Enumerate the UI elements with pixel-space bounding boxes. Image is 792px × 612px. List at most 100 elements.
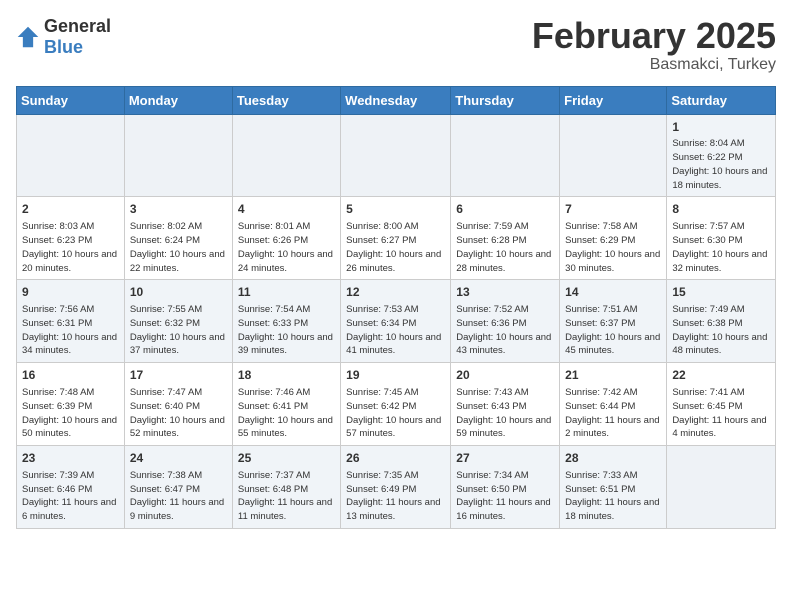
day-info: Sunrise: 7:53 AM Sunset: 6:34 PM Dayligh… bbox=[346, 303, 445, 358]
logo-general: General bbox=[44, 16, 111, 36]
calendar-day-cell: 8 Sunrise: 7:57 AM Sunset: 6:30 PM Daylig… bbox=[667, 197, 776, 280]
day-info: Sunrise: 7:58 AM Sunset: 6:29 PM Dayligh… bbox=[565, 220, 661, 275]
day-info: Sunrise: 7:42 AM Sunset: 6:44 PM Dayligh… bbox=[565, 386, 661, 441]
day-info: Sunrise: 7:38 AM Sunset: 6:47 PM Dayligh… bbox=[130, 469, 227, 524]
calendar-day-cell bbox=[124, 114, 232, 197]
page-header: General Blue February 2025 Basmakci, Tur… bbox=[16, 16, 776, 74]
day-info: Sunrise: 7:59 AM Sunset: 6:28 PM Dayligh… bbox=[456, 220, 554, 275]
day-info: Sunrise: 7:56 AM Sunset: 6:31 PM Dayligh… bbox=[22, 303, 119, 358]
day-number: 6 bbox=[456, 201, 554, 218]
calendar-day-cell: 17 Sunrise: 7:47 AM Sunset: 6:40 PM Dayli… bbox=[124, 363, 232, 446]
calendar-day-cell: 22 Sunrise: 7:41 AM Sunset: 6:45 PM Dayli… bbox=[667, 363, 776, 446]
day-number: 10 bbox=[130, 284, 227, 301]
calendar-day-cell bbox=[17, 114, 125, 197]
calendar-day-cell: 18Sunrise: 7:46 AM Sunset: 6:41 PM Dayli… bbox=[232, 363, 340, 446]
col-header-saturday: Saturday bbox=[667, 86, 776, 114]
day-number: 4 bbox=[238, 201, 335, 218]
logo: General Blue bbox=[16, 16, 111, 58]
day-number: 23 bbox=[22, 450, 119, 467]
calendar-day-cell bbox=[560, 114, 667, 197]
col-header-monday: Monday bbox=[124, 86, 232, 114]
calendar-day-cell: 11Sunrise: 7:54 AM Sunset: 6:33 PM Dayli… bbox=[232, 280, 340, 363]
calendar-day-cell: 25 Sunrise: 7:37 AM Sunset: 6:48 PM Dayli… bbox=[232, 446, 340, 529]
day-number: 9 bbox=[22, 284, 119, 301]
calendar-day-cell: 14 Sunrise: 7:51 AM Sunset: 6:37 PM Dayli… bbox=[560, 280, 667, 363]
day-info: Sunrise: 7:43 AM Sunset: 6:43 PM Dayligh… bbox=[456, 386, 554, 441]
day-number: 1 bbox=[672, 119, 770, 136]
calendar-week-row: 16 Sunrise: 7:48 AM Sunset: 6:39 PM Dayli… bbox=[17, 363, 776, 446]
day-info: Sunrise: 7:39 AM Sunset: 6:46 PM Dayligh… bbox=[22, 469, 119, 524]
day-number: 20 bbox=[456, 367, 554, 384]
calendar-day-cell: 5 Sunrise: 8:00 AM Sunset: 6:27 PM Daylig… bbox=[341, 197, 451, 280]
calendar-day-cell: 13 Sunrise: 7:52 AM Sunset: 6:36 PM Dayli… bbox=[451, 280, 560, 363]
day-number: 19 bbox=[346, 367, 445, 384]
calendar-day-cell: 21 Sunrise: 7:42 AM Sunset: 6:44 PM Dayli… bbox=[560, 363, 667, 446]
day-info: Sunrise: 7:37 AM Sunset: 6:48 PM Dayligh… bbox=[238, 469, 335, 524]
calendar-day-cell: 9 Sunrise: 7:56 AM Sunset: 6:31 PM Daylig… bbox=[17, 280, 125, 363]
logo-icon bbox=[16, 25, 40, 49]
day-number: 7 bbox=[565, 201, 661, 218]
day-number: 5 bbox=[346, 201, 445, 218]
day-info: Sunrise: 8:02 AM Sunset: 6:24 PM Dayligh… bbox=[130, 220, 227, 275]
day-info: Sunrise: 7:47 AM Sunset: 6:40 PM Dayligh… bbox=[130, 386, 227, 441]
day-info: Sunrise: 7:51 AM Sunset: 6:37 PM Dayligh… bbox=[565, 303, 661, 358]
day-number: 11 bbox=[238, 284, 335, 301]
calendar-day-cell bbox=[451, 114, 560, 197]
day-info: Sunrise: 8:00 AM Sunset: 6:27 PM Dayligh… bbox=[346, 220, 445, 275]
calendar-week-row: 2 Sunrise: 8:03 AM Sunset: 6:23 PM Daylig… bbox=[17, 197, 776, 280]
calendar-table: SundayMondayTuesdayWednesdayThursdayFrid… bbox=[16, 86, 776, 529]
col-header-thursday: Thursday bbox=[451, 86, 560, 114]
day-number: 13 bbox=[456, 284, 554, 301]
calendar-day-cell: 2 Sunrise: 8:03 AM Sunset: 6:23 PM Daylig… bbox=[17, 197, 125, 280]
calendar-day-cell: 19 Sunrise: 7:45 AM Sunset: 6:42 PM Dayli… bbox=[341, 363, 451, 446]
day-info: Sunrise: 8:01 AM Sunset: 6:26 PM Dayligh… bbox=[238, 220, 335, 275]
day-info: Sunrise: 7:52 AM Sunset: 6:36 PM Dayligh… bbox=[456, 303, 554, 358]
calendar-day-cell bbox=[667, 446, 776, 529]
day-info: Sunrise: 7:34 AM Sunset: 6:50 PM Dayligh… bbox=[456, 469, 554, 524]
calendar-day-cell: 7 Sunrise: 7:58 AM Sunset: 6:29 PM Daylig… bbox=[560, 197, 667, 280]
day-info: Sunrise: 7:41 AM Sunset: 6:45 PM Dayligh… bbox=[672, 386, 770, 441]
calendar-day-cell: 12 Sunrise: 7:53 AM Sunset: 6:34 PM Dayli… bbox=[341, 280, 451, 363]
col-header-friday: Friday bbox=[560, 86, 667, 114]
day-number: 16 bbox=[22, 367, 119, 384]
day-info: Sunrise: 8:03 AM Sunset: 6:23 PM Dayligh… bbox=[22, 220, 119, 275]
day-info: Sunrise: 7:35 AM Sunset: 6:49 PM Dayligh… bbox=[346, 469, 445, 524]
day-number: 14 bbox=[565, 284, 661, 301]
calendar-day-cell: 16 Sunrise: 7:48 AM Sunset: 6:39 PM Dayli… bbox=[17, 363, 125, 446]
col-header-wednesday: Wednesday bbox=[341, 86, 451, 114]
title-block: February 2025 Basmakci, Turkey bbox=[532, 16, 776, 74]
calendar-week-row: 9 Sunrise: 7:56 AM Sunset: 6:31 PM Daylig… bbox=[17, 280, 776, 363]
day-number: 25 bbox=[238, 450, 335, 467]
month-title: February 2025 bbox=[532, 16, 776, 56]
day-number: 17 bbox=[130, 367, 227, 384]
day-number: 8 bbox=[672, 201, 770, 218]
calendar-day-cell: 28Sunrise: 7:33 AM Sunset: 6:51 PM Dayli… bbox=[560, 446, 667, 529]
calendar-day-cell bbox=[232, 114, 340, 197]
day-info: Sunrise: 7:57 AM Sunset: 6:30 PM Dayligh… bbox=[672, 220, 770, 275]
calendar-day-cell: 15Sunrise: 7:49 AM Sunset: 6:38 PM Dayli… bbox=[667, 280, 776, 363]
day-info: Sunrise: 8:04 AM Sunset: 6:22 PM Dayligh… bbox=[672, 137, 770, 192]
day-info: Sunrise: 7:49 AM Sunset: 6:38 PM Dayligh… bbox=[672, 303, 770, 358]
day-info: Sunrise: 7:45 AM Sunset: 6:42 PM Dayligh… bbox=[346, 386, 445, 441]
col-header-tuesday: Tuesday bbox=[232, 86, 340, 114]
day-number: 27 bbox=[456, 450, 554, 467]
day-info: Sunrise: 7:48 AM Sunset: 6:39 PM Dayligh… bbox=[22, 386, 119, 441]
location-title: Basmakci, Turkey bbox=[532, 56, 776, 74]
logo-blue: Blue bbox=[44, 37, 83, 57]
day-info: Sunrise: 7:33 AM Sunset: 6:51 PM Dayligh… bbox=[565, 469, 661, 524]
calendar-header-row: SundayMondayTuesdayWednesdayThursdayFrid… bbox=[17, 86, 776, 114]
calendar-day-cell bbox=[341, 114, 451, 197]
day-number: 26 bbox=[346, 450, 445, 467]
calendar-day-cell: 23 Sunrise: 7:39 AM Sunset: 6:46 PM Dayli… bbox=[17, 446, 125, 529]
day-number: 2 bbox=[22, 201, 119, 218]
calendar-day-cell: 27 Sunrise: 7:34 AM Sunset: 6:50 PM Dayli… bbox=[451, 446, 560, 529]
calendar-day-cell: 24 Sunrise: 7:38 AM Sunset: 6:47 PM Dayli… bbox=[124, 446, 232, 529]
day-info: Sunrise: 7:55 AM Sunset: 6:32 PM Dayligh… bbox=[130, 303, 227, 358]
day-number: 22 bbox=[672, 367, 770, 384]
day-number: 12 bbox=[346, 284, 445, 301]
day-number: 3 bbox=[130, 201, 227, 218]
calendar-day-cell: 10 Sunrise: 7:55 AM Sunset: 6:32 PM Dayli… bbox=[124, 280, 232, 363]
calendar-day-cell: 4 Sunrise: 8:01 AM Sunset: 6:26 PM Daylig… bbox=[232, 197, 340, 280]
day-number: 21 bbox=[565, 367, 661, 384]
day-number: 24 bbox=[130, 450, 227, 467]
